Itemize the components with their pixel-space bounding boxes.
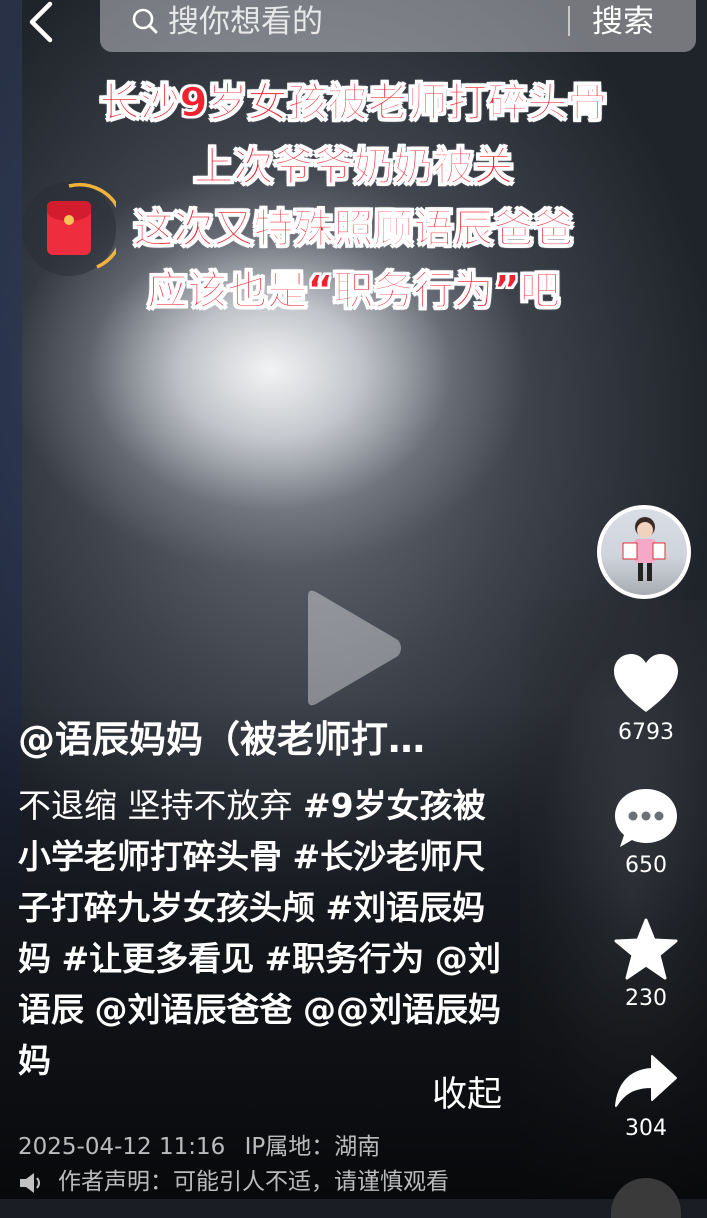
back-arrow-icon[interactable] <box>20 0 64 44</box>
mention[interactable]: @刘语辰爸爸 <box>95 990 293 1029</box>
star-icon[interactable] <box>612 918 680 982</box>
share-count: 304 <box>625 1116 667 1141</box>
play-icon[interactable] <box>298 588 404 708</box>
child-figure-icon <box>622 517 666 581</box>
author-name[interactable]: @语辰妈妈（被老师打… <box>18 714 498 766</box>
hashtag[interactable]: #职务行为 <box>265 939 425 978</box>
post-meta: 2025-04-12 11:16 IP属地：湖南 <box>18 1130 380 1164</box>
overlay-caption-line-4: 应该也是“职务行为”吧 <box>147 268 561 315</box>
ip-location: IP属地：湖南 <box>244 1134 381 1160</box>
share-icon[interactable] <box>612 1050 680 1114</box>
search-input[interactable]: 搜你想看的 <box>168 0 323 44</box>
notice-text: 作者声明：可能引人不适，请谨慎观看 <box>58 1169 449 1195</box>
search-divider <box>568 6 570 36</box>
avatar-photo <box>601 509 687 595</box>
comment-count: 650 <box>625 853 667 878</box>
author-avatar[interactable] <box>597 505 691 599</box>
post-datetime: 2025-04-12 11:16 <box>18 1134 226 1160</box>
heart-icon[interactable] <box>612 652 680 716</box>
comment-icon[interactable] <box>612 786 680 850</box>
like-count: 6793 <box>618 720 674 745</box>
favorite-count: 230 <box>625 986 667 1011</box>
search-button[interactable]: 搜索 <box>592 0 654 44</box>
video-description: 不退缩 坚持不放弃 #9岁女孩被小学老师打碎头骨 #长沙老师尺子打碎九岁女孩头颅… <box>18 780 518 1086</box>
collapse-button[interactable]: 收起 <box>432 1070 502 1120</box>
overlay-caption-line-2: 上次爷爷奶奶被关 <box>193 144 514 191</box>
overlay-caption-line-1: 长沙9岁女孩被老师打碎头骨 <box>99 80 608 127</box>
description-text: 不退缩 坚持不放弃 <box>18 786 303 825</box>
overlay-caption-line-3: 这次又特殊照顾语辰爸爸 <box>133 206 574 253</box>
speaker-icon <box>20 1172 40 1193</box>
hashtag[interactable]: #让更多看见 <box>62 939 255 978</box>
author-notice: 作者声明：可能引人不适，请谨慎观看 <box>18 1165 449 1199</box>
search-icon <box>132 8 158 34</box>
